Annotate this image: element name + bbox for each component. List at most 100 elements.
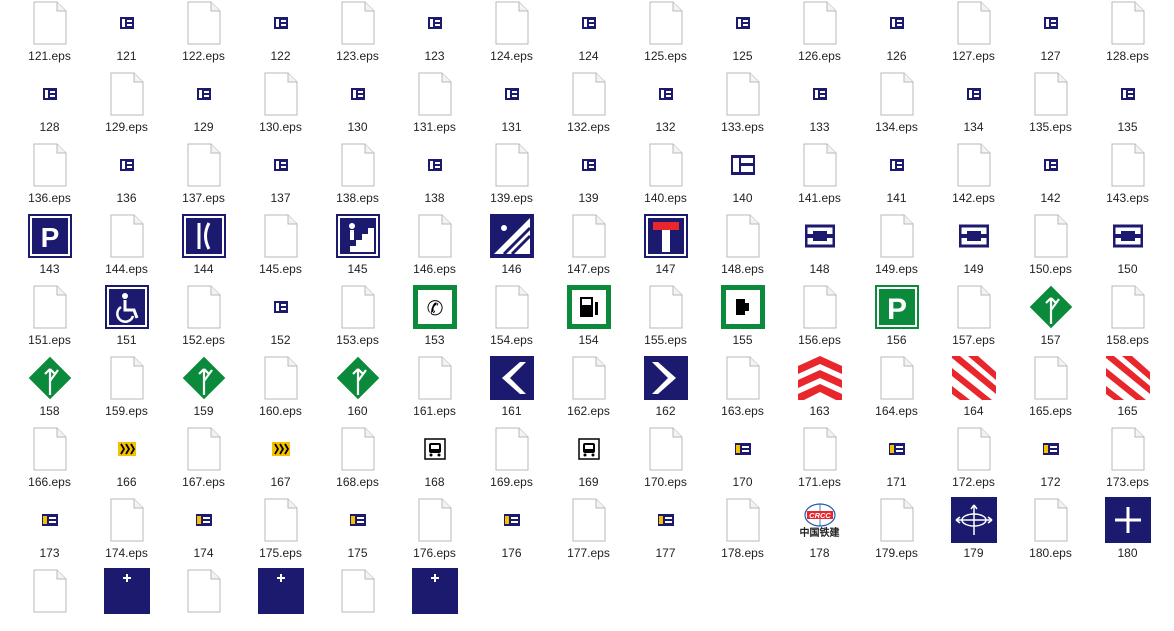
image-item[interactable]: 151 [88, 276, 165, 347]
image-item[interactable]: 165 [1089, 347, 1166, 418]
file-item[interactable]: 131.eps [396, 63, 473, 134]
file-item[interactable]: 130.eps [242, 63, 319, 134]
file-item[interactable]: 137.eps [165, 134, 242, 205]
image-item[interactable]: 142 [1012, 134, 1089, 205]
file-item[interactable]: 160.eps [242, 347, 319, 418]
image-item[interactable]: 169 [550, 418, 627, 489]
image-item[interactable]: 145 [319, 205, 396, 276]
image-item[interactable]: 179 [935, 489, 1012, 560]
file-item[interactable]: 171.eps [781, 418, 858, 489]
image-item[interactable] [396, 560, 473, 631]
image-item[interactable]: 180 [1089, 489, 1166, 560]
image-item[interactable]: 125 [704, 0, 781, 63]
file-item[interactable]: 134.eps [858, 63, 935, 134]
image-item[interactable]: 166 [88, 418, 165, 489]
file-item[interactable]: 140.eps [627, 134, 704, 205]
image-item[interactable]: 161 [473, 347, 550, 418]
file-item[interactable]: 161.eps [396, 347, 473, 418]
image-item[interactable]: 137 [242, 134, 319, 205]
image-item[interactable]: 158 [11, 347, 88, 418]
image-item[interactable]: 122 [242, 0, 319, 63]
image-item[interactable]: 138 [396, 134, 473, 205]
file-item[interactable]: 177.eps [550, 489, 627, 560]
image-item[interactable]: 132 [627, 63, 704, 134]
file-item[interactable]: 150.eps [1012, 205, 1089, 276]
file-item[interactable]: 156.eps [781, 276, 858, 347]
file-item[interactable]: 129.eps [88, 63, 165, 134]
image-item[interactable]: 135 [1089, 63, 1166, 134]
file-item[interactable]: 136.eps [11, 134, 88, 205]
image-item[interactable]: 177 [627, 489, 704, 560]
file-item[interactable]: 167.eps [165, 418, 242, 489]
file-item[interactable]: 122.eps [165, 0, 242, 63]
image-item[interactable]: 170 [704, 418, 781, 489]
file-item[interactable]: 146.eps [396, 205, 473, 276]
file-item[interactable]: 151.eps [11, 276, 88, 347]
file-item[interactable]: 141.eps [781, 134, 858, 205]
image-item[interactable]: 164 [935, 347, 1012, 418]
file-item[interactable] [11, 560, 88, 631]
file-item[interactable]: 155.eps [627, 276, 704, 347]
file-item[interactable]: 168.eps [319, 418, 396, 489]
image-item[interactable]: 141 [858, 134, 935, 205]
image-item[interactable]: P 156 [858, 276, 935, 347]
file-item[interactable]: 159.eps [88, 347, 165, 418]
image-item[interactable]: 155 [704, 276, 781, 347]
image-item[interactable]: ✆ 153 [396, 276, 473, 347]
file-item[interactable]: 175.eps [242, 489, 319, 560]
image-item[interactable]: 162 [627, 347, 704, 418]
image-item[interactable]: 160 [319, 347, 396, 418]
file-item[interactable]: 166.eps [11, 418, 88, 489]
file-item[interactable]: 153.eps [319, 276, 396, 347]
file-item[interactable]: 158.eps [1089, 276, 1166, 347]
image-item[interactable]: 154 [550, 276, 627, 347]
file-item[interactable]: 128.eps [1089, 0, 1166, 63]
image-item[interactable]: CRCC 中国铁建 178 [781, 489, 858, 560]
file-item[interactable]: 143.eps [1089, 134, 1166, 205]
image-item[interactable]: 148 [781, 205, 858, 276]
file-item[interactable]: 132.eps [550, 63, 627, 134]
image-item[interactable]: 172 [1012, 418, 1089, 489]
image-item[interactable]: 150 [1089, 205, 1166, 276]
file-item[interactable]: 170.eps [627, 418, 704, 489]
image-item[interactable]: 131 [473, 63, 550, 134]
image-item[interactable]: 129 [165, 63, 242, 134]
file-item[interactable]: 139.eps [473, 134, 550, 205]
file-item[interactable]: 178.eps [704, 489, 781, 560]
file-item[interactable]: 152.eps [165, 276, 242, 347]
image-item[interactable]: 175 [319, 489, 396, 560]
file-item[interactable]: 121.eps [11, 0, 88, 63]
file-item[interactable]: 154.eps [473, 276, 550, 347]
file-item[interactable]: 165.eps [1012, 347, 1089, 418]
image-item[interactable] [88, 560, 165, 631]
image-item[interactable]: 168 [396, 418, 473, 489]
file-item[interactable]: 138.eps [319, 134, 396, 205]
image-item[interactable]: 127 [1012, 0, 1089, 63]
image-item[interactable]: 163 [781, 347, 858, 418]
file-item[interactable]: 157.eps [935, 276, 1012, 347]
file-item[interactable]: 164.eps [858, 347, 935, 418]
image-item[interactable]: 136 [88, 134, 165, 205]
image-item[interactable]: 167 [242, 418, 319, 489]
file-item[interactable]: 163.eps [704, 347, 781, 418]
image-item[interactable]: 121 [88, 0, 165, 63]
file-item[interactable]: 144.eps [88, 205, 165, 276]
file-item[interactable]: 169.eps [473, 418, 550, 489]
file-item[interactable]: 147.eps [550, 205, 627, 276]
image-item[interactable]: 140 [704, 134, 781, 205]
image-item[interactable]: 174 [165, 489, 242, 560]
image-item[interactable]: 157 [1012, 276, 1089, 347]
file-item[interactable]: 142.eps [935, 134, 1012, 205]
image-item[interactable]: P 143 [11, 205, 88, 276]
file-item[interactable]: 172.eps [935, 418, 1012, 489]
file-item[interactable]: 126.eps [781, 0, 858, 63]
image-item[interactable]: 149 [935, 205, 1012, 276]
image-item[interactable]: 130 [319, 63, 396, 134]
image-item[interactable]: 128 [11, 63, 88, 134]
image-item[interactable]: 176 [473, 489, 550, 560]
file-item[interactable]: 123.eps [319, 0, 396, 63]
image-item[interactable]: 139 [550, 134, 627, 205]
image-item[interactable]: 144 [165, 205, 242, 276]
file-item[interactable]: 173.eps [1089, 418, 1166, 489]
image-item[interactable]: 146 [473, 205, 550, 276]
